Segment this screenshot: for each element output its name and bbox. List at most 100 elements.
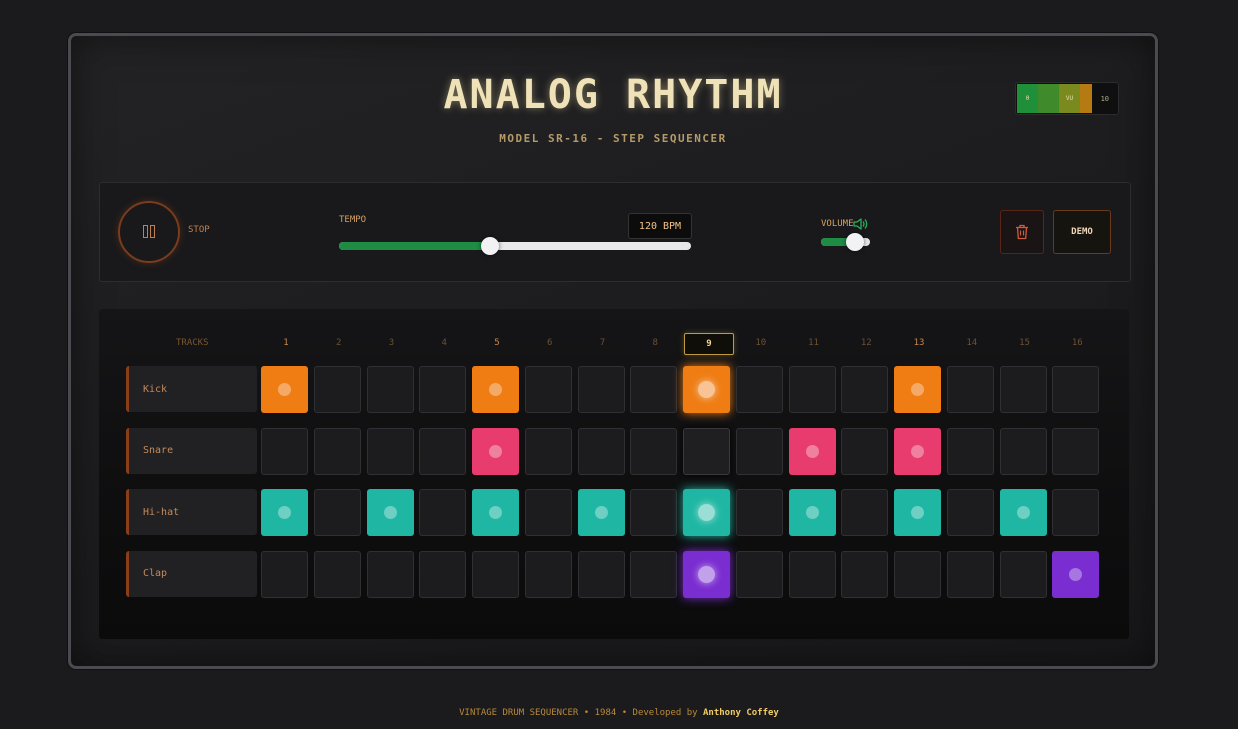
step-pad[interactable] <box>577 489 625 536</box>
step-number: 10 <box>755 338 767 348</box>
step-pad[interactable] <box>946 427 994 475</box>
step-pad[interactable] <box>946 489 994 536</box>
volume-slider[interactable] <box>821 233 870 251</box>
step-pad[interactable] <box>630 427 678 475</box>
transport-panel: STOP TEMPO 120 BPM VOLUME DEMO <box>99 182 1131 282</box>
step-pad[interactable] <box>313 427 361 475</box>
pad-indicator <box>805 444 819 458</box>
step-pad[interactable] <box>419 366 467 413</box>
step-pad[interactable] <box>1052 550 1100 598</box>
step-pad[interactable] <box>472 366 519 413</box>
step-pad[interactable] <box>894 427 941 475</box>
step-pad[interactable] <box>366 427 414 475</box>
play-stop-button[interactable] <box>118 201 180 263</box>
pad-indicator <box>1069 567 1083 581</box>
step-pad[interactable] <box>524 550 572 598</box>
step-pad[interactable] <box>1052 489 1100 536</box>
step-number: 16 <box>1071 338 1083 348</box>
step-pad[interactable] <box>735 427 783 475</box>
step-pad[interactable] <box>841 366 889 413</box>
step-pad[interactable] <box>1052 366 1100 413</box>
pad-indicator <box>594 506 608 519</box>
play-state-label: STOP <box>188 225 210 235</box>
vu-min-label: 0 <box>1025 95 1030 102</box>
step-pad[interactable] <box>788 550 836 598</box>
clear-pattern-button[interactable] <box>1000 210 1044 254</box>
step-pad[interactable] <box>577 550 625 598</box>
step-pad[interactable] <box>261 427 308 475</box>
step-pad[interactable] <box>472 427 519 475</box>
step-pad[interactable] <box>735 550 783 598</box>
step-pad[interactable] <box>524 366 572 413</box>
step-pad[interactable] <box>999 366 1047 413</box>
track-label-snare[interactable]: Snare <box>126 427 257 474</box>
tempo-slider-fill <box>339 242 491 250</box>
step-pad[interactable] <box>366 489 414 536</box>
step-pad[interactable] <box>524 427 572 475</box>
step-pad[interactable] <box>313 489 361 536</box>
pad-indicator <box>489 383 502 396</box>
vu-meter: 0 VU 10 <box>1015 82 1119 115</box>
track-label-clap[interactable]: Clap <box>126 550 257 597</box>
step-pad[interactable] <box>419 489 467 536</box>
step-pad[interactable] <box>1052 427 1100 475</box>
pad-indicator <box>489 444 502 458</box>
step-pad[interactable] <box>788 366 836 413</box>
step-pad[interactable] <box>419 550 467 598</box>
step-pad[interactable] <box>683 550 730 598</box>
step-pad[interactable] <box>735 489 783 536</box>
pad-indicator <box>911 444 924 458</box>
step-pad[interactable] <box>472 489 519 536</box>
step-pad[interactable] <box>630 489 678 536</box>
step-pad[interactable] <box>946 550 994 598</box>
step-pad[interactable] <box>630 550 678 598</box>
step-pad[interactable] <box>577 427 625 475</box>
vu-segment <box>1038 84 1059 113</box>
step-pad[interactable] <box>261 366 308 413</box>
app-title: ANALOG RHYTHM <box>443 72 783 118</box>
step-pad[interactable] <box>261 550 308 598</box>
step-pad[interactable] <box>524 489 572 536</box>
step-pad[interactable] <box>683 366 730 413</box>
track-label-kick[interactable]: Kick <box>126 366 257 412</box>
step-pad[interactable] <box>999 489 1047 536</box>
step-pad[interactable] <box>894 489 941 536</box>
step-pad[interactable] <box>577 366 625 413</box>
step-pad[interactable] <box>841 427 889 475</box>
step-pad[interactable] <box>841 550 889 598</box>
vu-segment: 0 <box>1017 84 1038 113</box>
step-pad[interactable] <box>946 366 994 413</box>
step-number: 1 <box>283 338 289 348</box>
step-pad[interactable] <box>472 550 519 598</box>
tempo-slider[interactable] <box>339 237 691 255</box>
step-pad[interactable] <box>366 550 414 598</box>
step-pad[interactable] <box>683 489 730 536</box>
step-pad[interactable] <box>894 550 941 598</box>
demo-button[interactable]: DEMO <box>1053 210 1111 254</box>
step-pad[interactable] <box>788 489 836 536</box>
volume-slider-thumb[interactable] <box>846 233 865 251</box>
step-pad[interactable] <box>841 489 889 536</box>
step-pad[interactable] <box>366 366 414 413</box>
pad-indicator <box>278 506 291 519</box>
step-pad[interactable] <box>630 366 678 413</box>
vu-segment: VU <box>1059 84 1080 113</box>
tracks-header: TRACKS <box>176 338 209 348</box>
pad-indicator <box>698 565 715 583</box>
step-pad[interactable] <box>999 427 1047 475</box>
trash-icon <box>1016 224 1028 240</box>
step-pad[interactable] <box>313 366 361 413</box>
model-subtitle: MODEL SR-16 - STEP SEQUENCER <box>499 132 727 145</box>
step-pad[interactable] <box>261 489 308 536</box>
step-pad[interactable] <box>419 427 467 475</box>
step-pad[interactable] <box>894 366 941 413</box>
step-pad[interactable] <box>313 550 361 598</box>
step-pad[interactable] <box>788 427 836 475</box>
pad-indicator <box>698 504 715 521</box>
step-number: 2 <box>336 338 342 348</box>
track-label-hi-hat[interactable]: Hi-hat <box>126 489 257 535</box>
step-pad[interactable] <box>735 366 783 413</box>
tempo-slider-thumb[interactable] <box>481 237 500 255</box>
step-pad[interactable] <box>683 427 730 475</box>
step-pad[interactable] <box>999 550 1047 598</box>
